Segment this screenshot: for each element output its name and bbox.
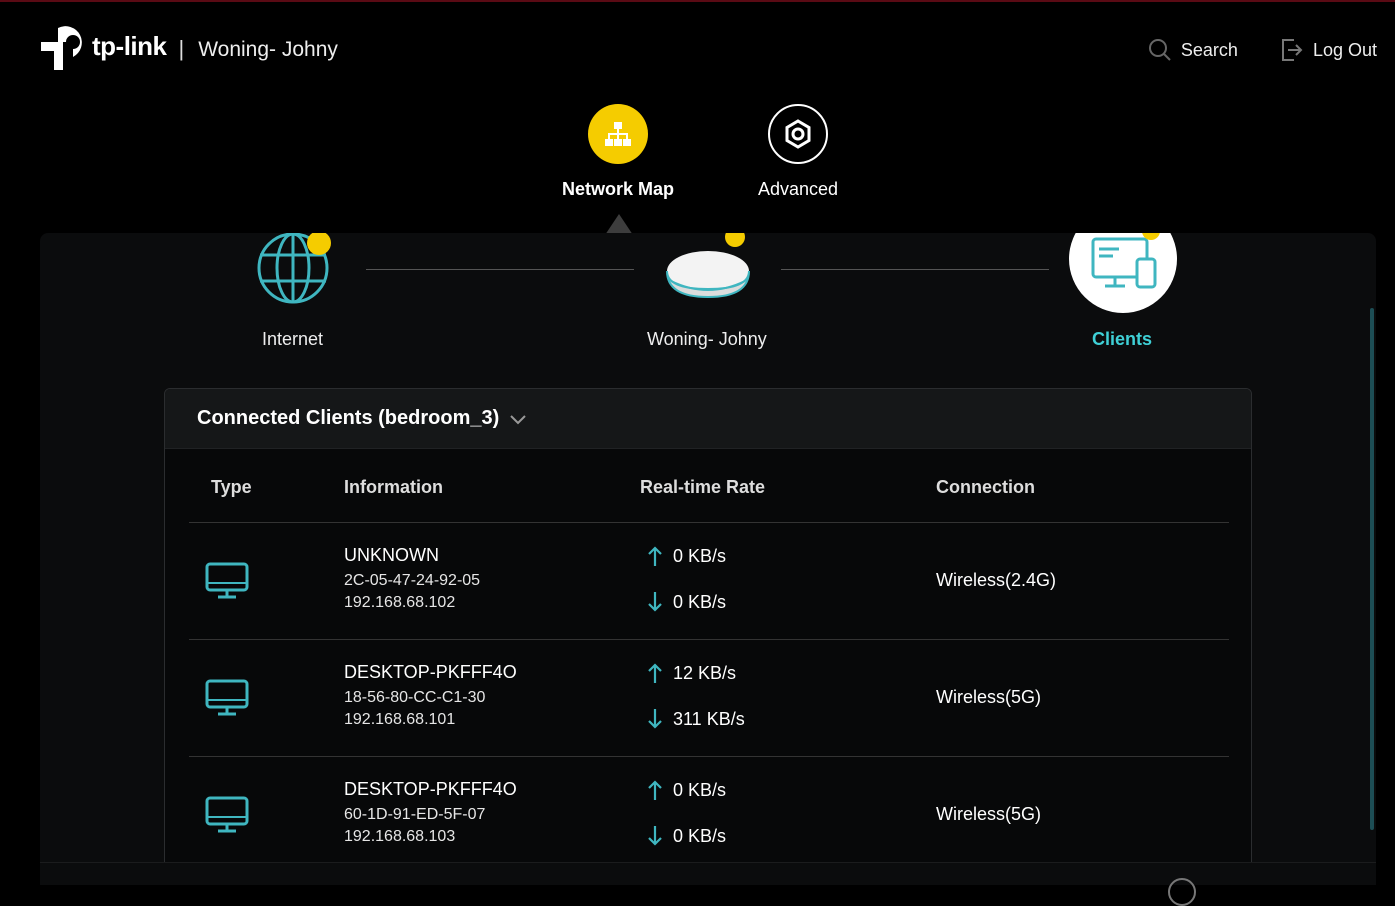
upload-rate: 0 KB/s	[647, 545, 726, 567]
arrow-down-icon	[648, 709, 662, 729]
download-rate-value: 0 KB/s	[673, 825, 727, 846]
table-row[interactable]: DESKTOP-PKFFF4O 18-56-80-CC-C1-30 192.16…	[189, 640, 1229, 757]
client-connection: Wireless(5G)	[936, 804, 1042, 824]
panel-scrollbar[interactable]	[1370, 308, 1374, 830]
client-ip: 192.168.68.103	[344, 828, 456, 845]
advanced-icon-circle	[768, 104, 828, 164]
column-header-information: Information	[344, 477, 443, 497]
upload-rate-value: 0 KB/s	[673, 779, 727, 800]
upload-rate: 12 KB/s	[647, 662, 736, 684]
tp-link-logo-icon	[41, 26, 82, 70]
client-mac: 2C-05-47-24-92-05	[344, 572, 481, 589]
download-rate-value: 311 KB/s	[673, 708, 745, 729]
search-label: Search	[1180, 39, 1238, 60]
clients-card-title: Connected Clients (bedroom_3)	[197, 407, 500, 429]
clients-label: Clients	[1092, 329, 1153, 349]
network-map-icon-circle	[588, 104, 648, 164]
arrow-up-icon	[648, 780, 662, 800]
upload-rate: 0 KB/s	[647, 779, 726, 801]
help-icon[interactable]	[1168, 878, 1196, 906]
client-mac: 60-1D-91-ED-5F-07	[344, 806, 486, 823]
network-map-icon	[605, 122, 631, 146]
clients-icon	[1069, 233, 1177, 313]
upload-rate-value: 12 KB/s	[673, 662, 737, 683]
tab-network-map[interactable]: Network Map	[538, 104, 698, 200]
brand-logo[interactable]: tp-link | Woning- Johny	[40, 24, 338, 72]
column-header-type: Type	[211, 477, 252, 497]
clients-card-header: Connected Clients (bedroom_3)	[165, 389, 1251, 449]
logout-icon	[1281, 39, 1303, 61]
column-header-rate: Real-time Rate	[640, 477, 766, 497]
client-info: DESKTOP-PKFFF4O 60-1D-91-ED-5F-07 192.16…	[344, 779, 517, 846]
globe-icon	[257, 233, 331, 304]
upload-rate-value: 0 KB/s	[673, 545, 727, 566]
logout-label: Log Out	[1312, 39, 1377, 60]
client-ip: 192.168.68.101	[344, 711, 456, 728]
connected-clients-card: Connected Clients (bedroom_3) Type Infor…	[164, 388, 1252, 885]
desktop-icon	[205, 796, 249, 833]
top-accent-line	[0, 0, 1395, 2]
topology-diagram: Internet Woning- Johny Clients	[40, 233, 1376, 368]
logout-button[interactable]: Log Out	[1280, 38, 1377, 62]
chevron-down-icon[interactable]	[509, 410, 527, 428]
topology-link-router-clients	[781, 269, 1049, 270]
download-rate: 0 KB/s	[647, 825, 726, 847]
search-button[interactable]: Search	[1148, 38, 1238, 62]
advanced-label: Advanced	[757, 179, 839, 199]
client-name: UNKNOWN	[344, 545, 439, 565]
arrow-up-icon	[648, 663, 662, 683]
router-icon	[666, 233, 750, 299]
tab-advanced[interactable]: Advanced	[718, 104, 878, 200]
active-tab-pointer	[605, 214, 633, 235]
arrow-up-icon	[648, 546, 662, 566]
topology-link-internet-router	[366, 269, 634, 270]
search-icon	[1148, 39, 1171, 61]
client-mac: 18-56-80-CC-C1-30	[344, 689, 486, 706]
download-rate-value: 0 KB/s	[673, 591, 727, 612]
brand-separator: |	[178, 36, 185, 61]
table-row[interactable]: UNKNOWN 2C-05-47-24-92-05 192.168.68.102…	[189, 523, 1229, 640]
client-name: DESKTOP-PKFFF4O	[344, 662, 517, 682]
router-label: Woning- Johny	[647, 329, 767, 349]
client-connection: Wireless(5G)	[936, 687, 1042, 707]
table-row[interactable]: DESKTOP-PKFFF4O 60-1D-91-ED-5F-07 192.16…	[189, 757, 1229, 874]
desktop-icon	[205, 562, 249, 599]
arrow-down-icon	[648, 826, 662, 846]
client-ip: 192.168.68.102	[344, 594, 456, 611]
network-map-panel: Internet Woning- Johny Clients Connected…	[40, 233, 1376, 885]
network-map-label: Network Map	[561, 179, 675, 199]
client-info: DESKTOP-PKFFF4O 18-56-80-CC-C1-30 192.16…	[344, 662, 517, 729]
desktop-icon	[205, 679, 249, 716]
client-name: DESKTOP-PKFFF4O	[344, 779, 517, 799]
main-nav: Network Map Advanced	[0, 104, 1395, 235]
gear-icon	[785, 119, 811, 149]
clients-table-header: Type Information Real-time Rate Connecti…	[189, 449, 1229, 523]
header-actions: Search Log Out	[1148, 38, 1377, 62]
brand-name: tp-link	[92, 30, 167, 61]
download-rate: 0 KB/s	[647, 591, 726, 613]
column-header-connection: Connection	[936, 477, 1035, 497]
client-info: UNKNOWN 2C-05-47-24-92-05 192.168.68.102	[344, 545, 480, 612]
internet-label: Internet	[262, 329, 324, 349]
download-rate: 311 KB/s	[647, 708, 745, 730]
arrow-down-icon	[648, 592, 662, 612]
router-name: Woning- Johny	[198, 38, 338, 61]
client-connection: Wireless(2.4G)	[936, 570, 1057, 590]
